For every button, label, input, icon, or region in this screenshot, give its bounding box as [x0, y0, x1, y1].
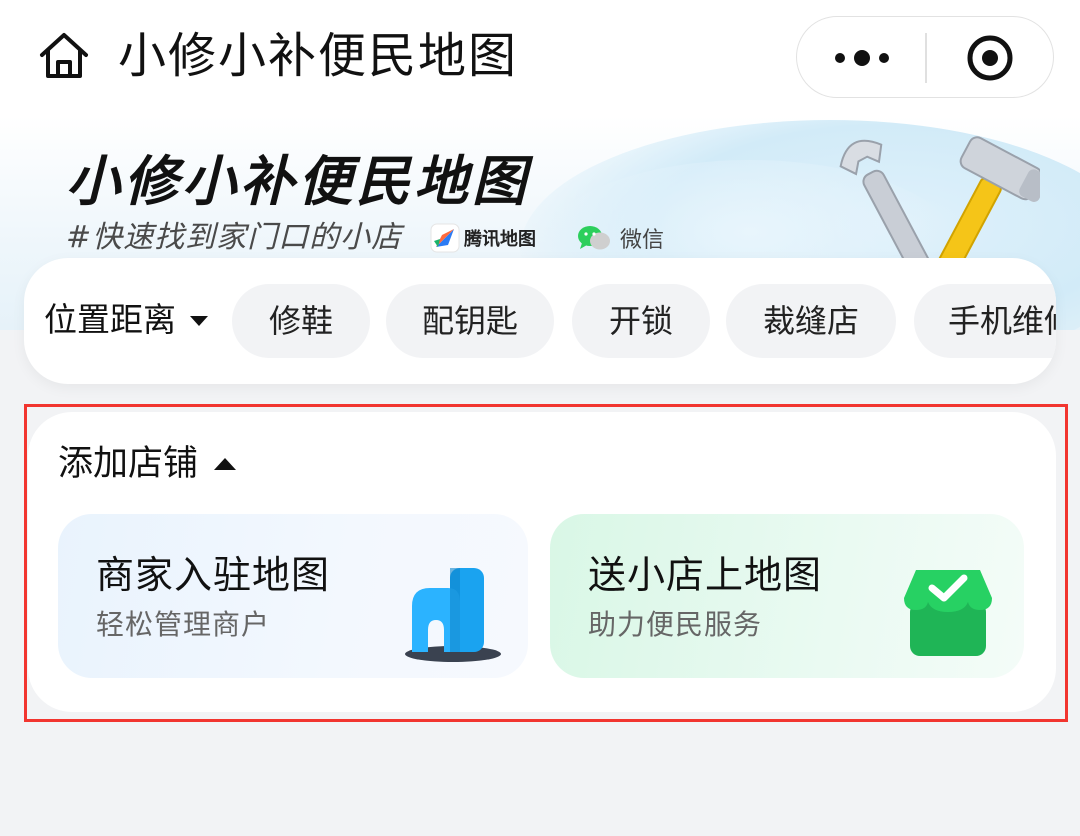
- wechat-icon: [578, 226, 610, 250]
- category-filter-bar: 位置距离 修鞋 配钥匙 开锁 裁缝店 手机维修: [24, 258, 1056, 384]
- more-icon[interactable]: [827, 35, 897, 81]
- hero-subtitle: #快速找到家门口的小店: [66, 220, 403, 255]
- submit-store-subtitle: 助力便民服务: [588, 608, 763, 641]
- caret-down-icon: [190, 316, 208, 326]
- sort-by-distance-dropdown[interactable]: 位置距离: [44, 298, 208, 342]
- wechat-brand: 微信: [576, 222, 664, 254]
- category-chip[interactable]: 修鞋: [232, 284, 370, 358]
- store-check-icon: [894, 558, 1004, 668]
- repair-tools-illustration: [830, 128, 1049, 283]
- tencent-map-brand: 腾讯地图: [430, 222, 536, 254]
- nav-bar: 小修小补便民地图: [0, 0, 1080, 118]
- close-miniprogram-icon[interactable]: [965, 33, 1015, 83]
- add-store-panel: 添加店铺 商家入驻地图 轻松管理商户 送小店上地图 助力便民服务: [28, 412, 1056, 712]
- submit-store-title: 送小店上地图: [588, 553, 823, 597]
- category-chip[interactable]: 裁缝店: [726, 284, 896, 358]
- page-title: 小修小补便民地图: [118, 28, 519, 84]
- miniprogram-capsule: [796, 16, 1054, 98]
- add-store-toggle[interactable]: 添加店铺: [58, 442, 237, 486]
- caret-up-icon: [214, 458, 237, 470]
- tencent-map-label: 腾讯地图: [464, 229, 536, 250]
- submit-store-card[interactable]: 送小店上地图 助力便民服务: [550, 514, 1024, 678]
- home-icon[interactable]: [36, 28, 92, 84]
- merchant-join-subtitle: 轻松管理商户: [96, 608, 271, 641]
- building-icon: [398, 558, 508, 668]
- category-chip[interactable]: 手机维修: [914, 284, 1056, 358]
- tencent-map-logo-icon: [430, 223, 460, 253]
- wechat-label: 微信: [620, 228, 665, 253]
- hero-title: 小修小补便民地图: [66, 150, 530, 213]
- capsule-divider: [925, 33, 927, 83]
- merchant-join-title: 商家入驻地图: [96, 553, 331, 597]
- sort-label: 位置距离: [44, 300, 176, 339]
- category-chip[interactable]: 配钥匙: [386, 284, 554, 358]
- category-chip[interactable]: 开锁: [572, 284, 710, 358]
- add-store-title: 添加店铺: [58, 444, 199, 484]
- merchant-join-card[interactable]: 商家入驻地图 轻松管理商户: [58, 514, 528, 678]
